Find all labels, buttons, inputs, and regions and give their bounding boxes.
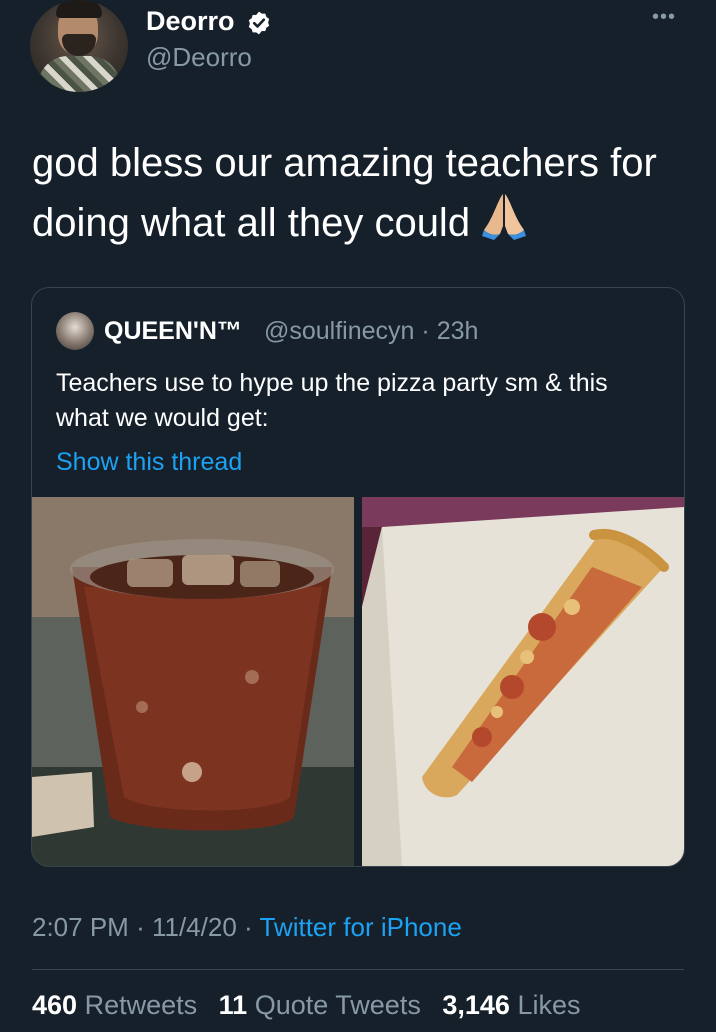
retweets-count: 460	[32, 990, 78, 1020]
quoted-author-handle: @soulfinecyn	[264, 317, 415, 345]
likes-count: 3,146	[442, 990, 510, 1020]
quote-tweets-stat[interactable]: 11 Quote Tweets	[219, 990, 421, 1020]
verified-badge-icon	[248, 11, 270, 35]
quoted-author-display-name: QUEEN'N™	[104, 317, 242, 345]
tweet-source-link[interactable]: Twitter for iPhone	[259, 912, 461, 942]
pizza-slice-image[interactable]	[362, 497, 684, 866]
quoted-media[interactable]	[32, 497, 684, 866]
author-avatar[interactable]	[30, 0, 128, 92]
quoted-author-avatar[interactable]	[56, 312, 94, 350]
cup-of-soda-image[interactable]	[32, 497, 354, 866]
tweet-meta: 2:07 PM · 11/4/20 · Twitter for iPhone	[32, 912, 462, 943]
retweets-label: Retweets	[84, 990, 198, 1020]
avatar-beard	[62, 34, 96, 56]
quoted-tweet-card[interactable]: QUEEN'N™ @soulfinecyn · 23h Teachers use…	[31, 287, 685, 867]
quote-tweets-count: 11	[218, 990, 248, 1020]
more-options-icon[interactable]: •••	[652, 6, 676, 29]
author-display-name[interactable]: Deorro	[146, 6, 235, 37]
show-thread-link[interactable]: Show this thread	[56, 448, 242, 477]
tweet-date: 11/4/20	[151, 912, 237, 942]
avatar-jacket	[38, 56, 120, 92]
author-handle[interactable]: @Deorro	[146, 42, 252, 73]
retweets-stat[interactable]: 460 Retweets	[32, 990, 197, 1020]
tweet-time: 2:07 PM	[32, 912, 129, 942]
quoted-author-handle-time: @soulfinecyn · 23h	[264, 317, 478, 346]
quote-tweets-label: Quote Tweets	[254, 990, 421, 1020]
folded-hands-icon	[482, 194, 526, 240]
quoted-separator: ·	[421, 317, 430, 345]
pizza-illustration	[362, 497, 684, 866]
quoted-time: 23h	[436, 317, 479, 345]
likes-stat[interactable]: 3,146 Likes	[442, 990, 580, 1020]
meta-separator-2: ·	[244, 912, 253, 942]
quoted-tweet-text: Teachers use to hype up the pizza party …	[56, 369, 608, 432]
meta-separator-1: ·	[136, 912, 145, 942]
tweet-text: god bless our amazing teachers for doing…	[32, 141, 657, 245]
divider	[32, 969, 684, 970]
avatar-hair	[56, 0, 102, 18]
tweet-stats: 460 Retweets 11 Quote Tweets 3,146 Likes	[32, 990, 594, 1021]
soda-illustration	[32, 497, 354, 866]
likes-label: Likes	[517, 990, 581, 1020]
